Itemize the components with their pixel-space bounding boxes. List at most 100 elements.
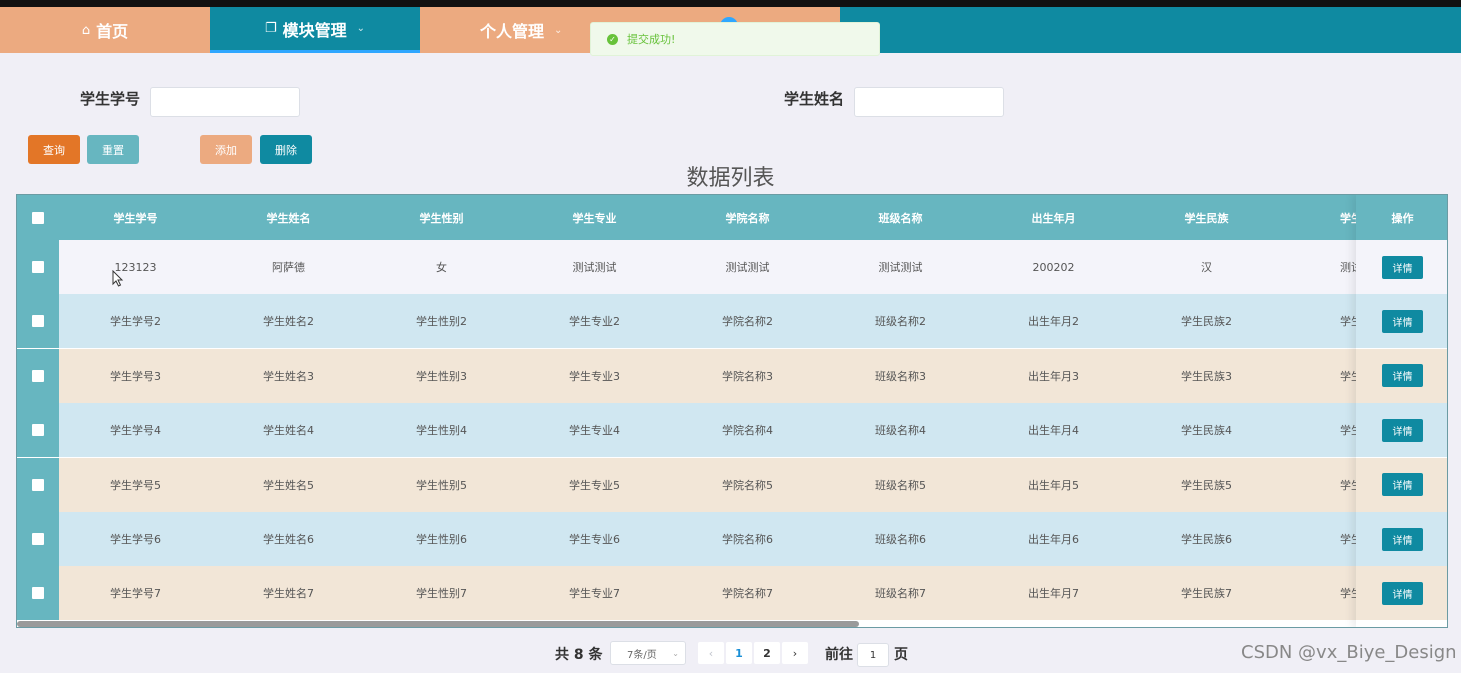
- table-cell: 班级名称4: [875, 424, 926, 438]
- operation-header: 操作: [1356, 195, 1447, 240]
- page-button-2[interactable]: 2: [754, 642, 780, 664]
- goto-label: 前往: [825, 641, 853, 667]
- table-cell: 班级名称6: [875, 533, 926, 546]
- detail-button[interactable]: 详情: [1382, 309, 1423, 333]
- table-cell: 学生民族5: [1181, 478, 1232, 492]
- table-cell: 学生专业3: [569, 369, 620, 383]
- detail-button[interactable]: 详情: [1382, 255, 1423, 279]
- detail-button[interactable]: 详情: [1382, 418, 1423, 442]
- nav-home-label: 首页: [96, 22, 129, 41]
- next-page-button[interactable]: ›: [782, 642, 808, 664]
- page-button-1[interactable]: 1: [726, 642, 752, 664]
- nav-module-management[interactable]: ❐ 模块管理 ⌄: [210, 7, 420, 53]
- student-name-label: 学生姓名: [784, 90, 845, 108]
- goto-page-input[interactable]: 1: [857, 643, 889, 667]
- table-cell: 学生姓名4: [263, 424, 314, 438]
- detail-button[interactable]: 详情: [1382, 527, 1423, 551]
- table-cell: 学院名称3: [722, 369, 773, 383]
- row-checkbox[interactable]: [17, 403, 59, 458]
- row-checkbox[interactable]: [17, 294, 59, 349]
- table-cell: 学生性别3: [416, 369, 467, 383]
- table-cell: 学生民族3: [1181, 369, 1232, 383]
- operation-cell: 详情: [1356, 403, 1447, 458]
- checkbox-icon: [32, 478, 44, 491]
- table-cell: 学生专业6: [569, 533, 620, 546]
- table-cell: 学生姓名3: [263, 369, 314, 383]
- table-row: 学生学号2 学生姓名2 学生性别2 学生专业2 学院名称2 班级名称2 出生年月2 学生民族2…: [17, 294, 1447, 349]
- table-cell: 学生专业2: [569, 315, 620, 329]
- page-title: 数据列表: [686, 166, 775, 191]
- column-header[interactable]: 学生性别: [365, 195, 518, 240]
- table-cell: 学生性别2: [416, 315, 467, 329]
- table-cell: 学生学号4: [110, 424, 161, 438]
- operation-cell: 详情: [1356, 512, 1447, 566]
- operation-cell: 详情: [1356, 240, 1447, 294]
- table-cell: 学院名称4: [722, 424, 773, 438]
- table-cell: 学院名称5: [722, 478, 773, 492]
- table-cell: 学生学号6: [110, 533, 161, 546]
- column-header[interactable]: 学生民族: [1130, 195, 1283, 240]
- table-cell: 出生年月5: [1028, 478, 1079, 492]
- nav-home[interactable]: ⌂ 首页: [0, 7, 210, 53]
- table-cell: 学院名称2: [722, 315, 773, 329]
- nav-module-label: 模块管理: [282, 20, 347, 40]
- column-header[interactable]: 学院名称: [671, 195, 824, 240]
- table-cell: 学生性别4: [416, 424, 467, 438]
- nav-personal-label: 个人管理: [480, 22, 545, 41]
- table-cell: 学生性别7: [416, 587, 467, 601]
- table-cell: 学生民族6: [1181, 533, 1232, 546]
- table-cell: 学生学号5: [110, 478, 161, 492]
- table-cell: 学生专业5: [569, 478, 620, 492]
- row-checkbox[interactable]: [17, 566, 59, 621]
- column-header[interactable]: 出生年月: [977, 195, 1130, 240]
- table-cell: 测试测试: [572, 261, 617, 274]
- page-size-select[interactable]: 7条/页 ⌄: [610, 641, 686, 665]
- table-row: 学生学号3 学生姓名3 学生性别3 学生专业3 学院名称3 班级名称3 出生年月3 学生民族3…: [17, 348, 1447, 403]
- table-cell: 学生专业4: [569, 424, 620, 438]
- prev-page-button[interactable]: ‹: [698, 642, 724, 664]
- table-cell: 女: [436, 261, 447, 274]
- page-suffix-text: 页: [894, 647, 908, 663]
- table-cell: 学生姓名5: [263, 478, 314, 492]
- table-row: 学生学号4 学生姓名4 学生性别4 学生专业4 学院名称4 班级名称4 出生年月4 学生民族4…: [17, 403, 1447, 458]
- checkbox-icon: [32, 211, 44, 224]
- column-header[interactable]: 学生专业: [518, 195, 671, 240]
- column-header[interactable]: 班级名称: [824, 195, 977, 240]
- watermark: CSDN @vx_Biye_Design: [1241, 642, 1457, 663]
- column-header[interactable]: 学生学号: [59, 195, 212, 240]
- data-table: 学生学号 学生姓名 学生性别 学生专业 学院名称 班级名称 出生年月 学生民族 …: [16, 194, 1448, 628]
- table-cell: 学生民族7: [1181, 587, 1232, 601]
- table-row: 学生学号5 学生姓名5 学生性别5 学生专业5 学院名称5 班级名称5 出生年月5 学生民族5…: [17, 457, 1447, 512]
- detail-button[interactable]: 详情: [1382, 581, 1423, 605]
- row-checkbox[interactable]: [17, 512, 59, 566]
- table-cell: 出生年月4: [1028, 424, 1079, 438]
- row-checkbox[interactable]: [17, 240, 59, 294]
- select-all-checkbox[interactable]: [17, 195, 59, 240]
- table-cell: 学生学号3: [110, 369, 161, 383]
- student-name-input[interactable]: [854, 87, 1004, 117]
- table-cell: 班级名称5: [875, 478, 926, 492]
- table-row: 123123 阿萨德女测试测试 测试测试 测试测试 200202 汉测试: [17, 240, 1447, 294]
- checkbox-icon: [32, 424, 44, 437]
- table-cell: 学院名称6: [722, 533, 773, 546]
- toast-message: 提交成功!: [627, 33, 676, 46]
- row-checkbox[interactable]: [17, 457, 59, 512]
- table-cell: 出生年月6: [1028, 533, 1079, 546]
- table-cell: 学生专业7: [569, 587, 620, 601]
- table-cell: 学生性别5: [416, 478, 467, 492]
- detail-button[interactable]: 详情: [1382, 473, 1423, 497]
- row-checkbox[interactable]: [17, 348, 59, 403]
- table-cell: 学生民族4: [1181, 424, 1232, 438]
- table-cell: 学生姓名7: [263, 587, 314, 601]
- horizontal-scrollbar[interactable]: [17, 621, 859, 627]
- goto-label-text: 前往: [825, 647, 853, 663]
- table-cell: 班级名称2: [875, 315, 926, 329]
- student-id-input[interactable]: [150, 87, 300, 117]
- page-size-value: 7条/页: [627, 649, 657, 661]
- table-cell: 出生年月7: [1028, 587, 1079, 601]
- detail-button[interactable]: 详情: [1382, 364, 1423, 388]
- checkbox-icon: [32, 261, 44, 273]
- copy-icon: ❐: [264, 21, 277, 36]
- table-cell: 测试测试: [878, 261, 923, 274]
- column-header[interactable]: 学生姓名: [212, 195, 365, 240]
